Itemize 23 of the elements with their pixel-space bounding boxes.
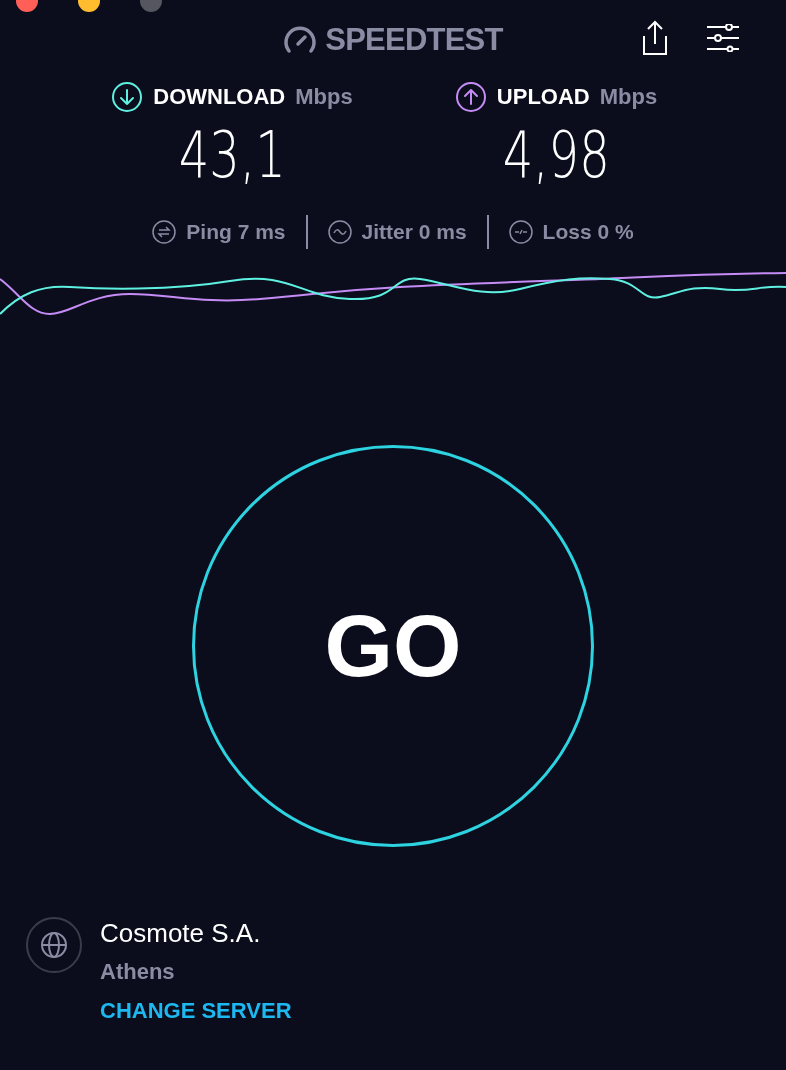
unit-label: Mbps [599,83,658,111]
metric-text: Loss 0 % [542,219,634,246]
change-server-link[interactable]: CHANGE SERVER [100,994,292,1027]
unit-label: Mbps [295,83,353,111]
server-location: Athens [100,958,176,986]
arrow-down-icon [111,80,144,113]
share-icon[interactable] [640,20,670,56]
app-title: SPEEDTEST [325,20,503,59]
speed-value: 43,1 [178,123,286,187]
result-label: DOWNLOAD [153,83,286,111]
speed-value: 4,98 [502,123,610,187]
globe-icon [26,917,82,973]
metric-text: Jitter 0 ms [361,219,467,246]
metric-text: Ping 7 ms [186,219,286,246]
loss-icon [508,220,533,244]
settings-icon[interactable] [706,24,740,52]
arrow-up-icon [454,80,487,113]
result-label: UPLOAD [496,83,590,111]
provider-name: Cosmote S.A. [100,917,262,950]
ping-icon [152,220,177,244]
wave-icon [327,220,352,244]
go-button[interactable]: GO [192,445,594,847]
gauge-icon [283,25,318,55]
